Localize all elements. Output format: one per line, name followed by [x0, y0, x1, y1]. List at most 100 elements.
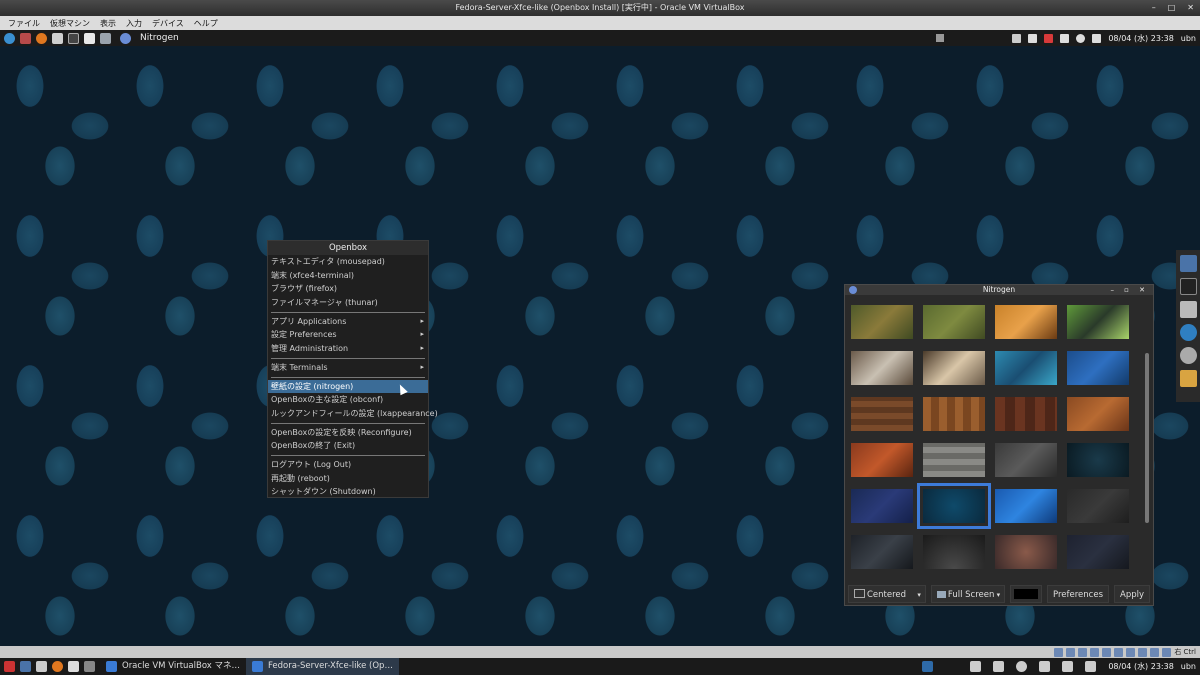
wallpaper-thumbnail[interactable]	[1067, 535, 1129, 569]
menu-item-firefox[interactable]: ブラウザ (firefox)	[268, 282, 428, 296]
wallpaper-thumbnail[interactable]	[923, 443, 985, 477]
preferences-button[interactable]: Preferences	[1047, 585, 1109, 603]
wallpaper-thumbnail[interactable]	[851, 397, 913, 431]
status-disk-icon[interactable]	[1054, 647, 1064, 657]
wallpaper-thumbnail[interactable]	[917, 483, 991, 529]
wallpaper-thumbnail[interactable]	[995, 351, 1057, 385]
menu-file[interactable]: ファイル	[8, 18, 40, 29]
network-icon[interactable]	[1039, 661, 1051, 672]
apply-button[interactable]: Apply	[1114, 585, 1150, 603]
wallpaper-thumbnail[interactable]	[851, 351, 913, 385]
wallpaper-thumbnail[interactable]	[995, 305, 1057, 339]
maximize-button[interactable]: □	[1168, 0, 1176, 16]
menu-item-logout[interactable]: ログアウト (Log Out)	[268, 458, 428, 472]
menu-item-obconf[interactable]: OpenBoxの主な設定 (obconf)	[268, 393, 428, 407]
update-icon[interactable]	[1044, 33, 1054, 43]
folder-icon[interactable]	[1179, 370, 1197, 387]
wallpaper-thumbnail[interactable]	[851, 489, 913, 523]
wallpaper-thumbnail[interactable]	[1067, 351, 1129, 385]
wallpaper-thumbnail[interactable]	[923, 351, 985, 385]
guest-clock[interactable]: 08/04 (水) 23:38	[1108, 33, 1173, 44]
menu-item-lxappearance[interactable]: ルックアンドフィールの設定 (lxappearance)	[268, 407, 438, 421]
menu-item-applications[interactable]: アプリ Applications ▸	[268, 315, 428, 329]
bluetooth-icon[interactable]	[993, 661, 1005, 672]
host-clock[interactable]: 08/04 (水) 23:38	[1108, 661, 1173, 672]
keyboard-layout-icon[interactable]	[922, 661, 934, 672]
notification-icon[interactable]	[1092, 33, 1102, 43]
app-icon[interactable]	[84, 661, 95, 672]
volume-icon[interactable]	[1060, 33, 1070, 43]
start-menu-icon[interactable]	[4, 661, 15, 672]
nitrogen-titlebar[interactable]: Nitrogen – ▫ ✕	[845, 285, 1153, 295]
menu-item-exit[interactable]: OpenBoxの終了 (Exit)	[268, 439, 428, 453]
battery-icon[interactable]	[1085, 661, 1097, 672]
wallpaper-thumbnail[interactable]	[923, 397, 985, 431]
editor-icon[interactable]	[68, 661, 79, 672]
guest-user[interactable]: ubn	[1181, 34, 1196, 43]
wallpaper-thumbnail[interactable]	[995, 489, 1057, 523]
menu-machine[interactable]: 仮想マシン	[50, 18, 90, 29]
taskbar-item-vm-window[interactable]: Fedora-Server-Xfce-like (Op…	[246, 658, 399, 675]
wallpaper-thumbnail[interactable]	[851, 535, 913, 569]
files-icon[interactable]	[36, 661, 47, 672]
notification-icon[interactable]	[970, 661, 982, 672]
scrollbar-thumb[interactable]	[1145, 353, 1149, 523]
status-usb-icon[interactable]	[1102, 647, 1112, 657]
wallpaper-thumbnail[interactable]	[995, 535, 1057, 569]
menu-item-preferences[interactable]: 設定 Preferences ▸	[268, 328, 428, 342]
status-mouse-icon[interactable]	[1150, 647, 1160, 657]
menu-item-reconfigure[interactable]: OpenBoxの設定を反映 (Reconfigure)	[268, 426, 428, 440]
host-user[interactable]: ubn	[1181, 662, 1196, 671]
terminal-icon[interactable]	[1179, 278, 1197, 295]
menu-item-administration[interactable]: 管理 Administration ▸	[268, 342, 428, 356]
wallpaper-thumbnail[interactable]	[995, 443, 1057, 477]
status-capture-icon[interactable]	[1138, 647, 1148, 657]
wallpaper-thumbnail[interactable]	[1067, 305, 1129, 339]
menu-item-thunar[interactable]: ファイルマネージャ (thunar)	[268, 296, 428, 310]
menu-item-reboot[interactable]: 再起動 (reboot)	[268, 472, 428, 486]
status-audio-icon[interactable]	[1078, 647, 1088, 657]
wallpaper-thumbnail[interactable]	[851, 443, 913, 477]
status-display-icon[interactable]	[1126, 647, 1136, 657]
wallpaper-thumbnail[interactable]	[851, 305, 913, 339]
power-icon[interactable]	[1016, 661, 1028, 672]
menu-item-mousepad[interactable]: テキストエディタ (mousepad)	[268, 255, 428, 269]
status-shared-folder-icon[interactable]	[1114, 647, 1124, 657]
firefox-icon[interactable]	[36, 32, 47, 44]
wallpaper-thumbnail[interactable]	[923, 305, 985, 339]
nitrogen-window-buttons[interactable]: – ▫ ✕	[1110, 285, 1149, 295]
network-icon[interactable]	[1012, 33, 1022, 43]
host-window-titlebar[interactable]: Fedora-Server-Xfce-like (Openbox Install…	[0, 0, 1200, 16]
wallpaper-thumbnail[interactable]	[1067, 489, 1129, 523]
home-icon[interactable]	[1179, 301, 1197, 318]
display-dropdown[interactable]: Full Screen ▾	[930, 585, 1006, 603]
terminal-icon[interactable]	[68, 32, 79, 44]
volume-icon[interactable]	[1062, 661, 1074, 672]
menu-item-terminals[interactable]: 端末 Terminals ▸	[268, 361, 428, 375]
mode-dropdown[interactable]: Centered ▾	[848, 585, 926, 603]
power-icon[interactable]	[1076, 33, 1086, 43]
app-icon-2[interactable]	[100, 32, 111, 44]
close-button[interactable]: ✕	[1187, 0, 1194, 16]
taskbar-item-virtualbox-manager[interactable]: Oracle VM VirtualBox マネ…	[100, 658, 246, 675]
app-icon-1[interactable]	[20, 32, 31, 44]
status-keyboard-icon[interactable]	[1162, 647, 1172, 657]
color-button[interactable]	[1010, 585, 1042, 603]
transfer-icon[interactable]	[1028, 33, 1038, 43]
show-desktop-icon[interactable]	[20, 661, 31, 672]
menu-view[interactable]: 表示	[100, 18, 116, 29]
editor-icon[interactable]	[84, 32, 95, 44]
menu-help[interactable]: ヘルプ	[194, 18, 218, 29]
fedora-menu-icon[interactable]	[4, 32, 15, 44]
search-icon[interactable]	[1179, 347, 1197, 364]
firefox-icon[interactable]	[52, 661, 63, 672]
wallpaper-thumbnail[interactable]	[923, 535, 985, 569]
menu-item-shutdown[interactable]: シャットダウン (Shutdown)	[268, 485, 428, 499]
globe-icon[interactable]	[1179, 324, 1197, 341]
desktop-icon[interactable]	[1179, 255, 1197, 272]
menu-input[interactable]: 入力	[126, 18, 142, 29]
menu-devices[interactable]: デバイス	[152, 18, 184, 29]
status-optical-icon[interactable]	[1066, 647, 1076, 657]
wallpaper-thumbnail[interactable]	[1067, 397, 1129, 431]
status-network-icon[interactable]	[1090, 647, 1100, 657]
